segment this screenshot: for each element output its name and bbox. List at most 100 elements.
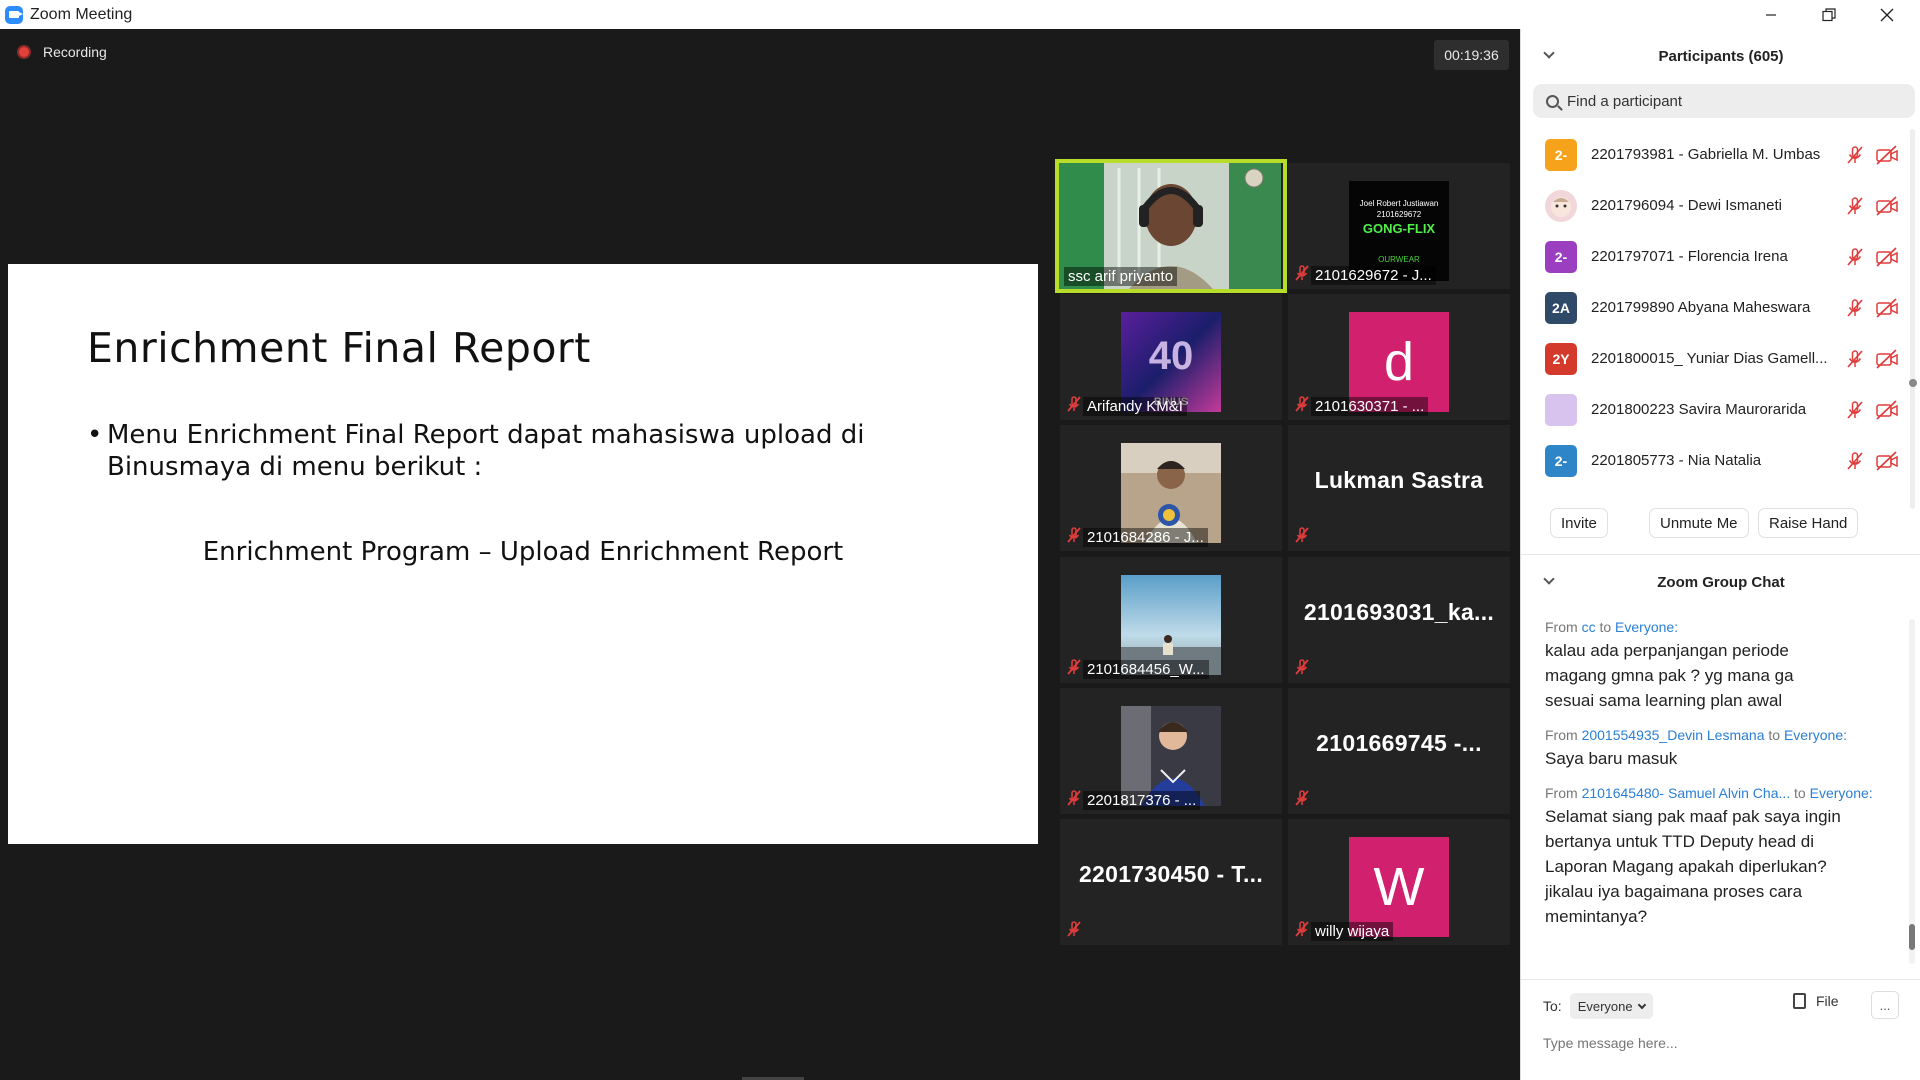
panel-divider	[1521, 554, 1920, 555]
participant-row[interactable]: 2201796094 - Dewi Ismaneti	[1521, 180, 1913, 231]
collapse-chevron-icon[interactable]	[1543, 573, 1555, 585]
chat-message: From cc to Everyone: kalau ada perpanjang…	[1545, 619, 1895, 713]
tile-name-label	[1065, 920, 1083, 942]
participant-avatar: 2Y	[1545, 342, 1577, 375]
chat-message-input[interactable]	[1543, 1035, 1893, 1051]
video-tile[interactable]: 2101693031_ka...	[1288, 557, 1510, 683]
video-tile[interactable]: d 2101630371 - ...	[1288, 294, 1510, 420]
participant-row[interactable]: 2201800223 Savira Maurorarida	[1521, 384, 1913, 435]
video-tile[interactable]: Lukman Sastra	[1288, 425, 1510, 551]
chat-recipient[interactable]: Everyone:	[1784, 727, 1847, 743]
tile-name-text: 2201817376 - ...	[1083, 790, 1201, 810]
video-off-icon	[1876, 348, 1898, 369]
participant-scrollbar[interactable]	[1909, 129, 1917, 509]
recipient-row: To: Everyone	[1543, 993, 1653, 1019]
video-tile[interactable]: Joel Robert Justiawan 2101629672 GONG-FLIX…	[1288, 163, 1510, 289]
video-tile[interactable]: ssc arif priyanto	[1055, 159, 1287, 293]
raise-hand-button[interactable]: Raise Hand	[1758, 508, 1859, 538]
muted-mic-icon	[1065, 395, 1083, 417]
close-button[interactable]	[1858, 0, 1916, 29]
video-tile[interactable]: 2101684456_W...	[1060, 557, 1282, 683]
chat-recipient[interactable]: Everyone:	[1615, 619, 1678, 635]
participant-avatar: 2-	[1545, 240, 1577, 273]
to-label: To:	[1543, 998, 1562, 1014]
scrollbar-thumb[interactable]	[1909, 924, 1915, 950]
muted-mic-icon	[1065, 920, 1083, 942]
slide-title: Enrichment Final Report	[87, 324, 591, 372]
scrollbar-thumb[interactable]	[1909, 379, 1917, 387]
meeting-timer: 00:19:36	[1434, 40, 1509, 70]
chat-header: Zoom Group Chat	[1521, 567, 1920, 597]
recipient-dropdown[interactable]: Everyone	[1569, 993, 1653, 1019]
participant-avatar: 2-	[1545, 138, 1577, 171]
participant-row[interactable]: 2A 2201799890 Abyana Maheswara	[1521, 282, 1913, 333]
video-tile[interactable]: 40 BINUS Arifandy KM&I	[1060, 294, 1282, 420]
tile-name-label	[1293, 658, 1311, 680]
participant-row[interactable]: 2- 2201805773 - Nia Natalia	[1521, 435, 1913, 486]
tile-name-label: 2101684456_W...	[1065, 658, 1209, 680]
tile-name-label: ssc arif priyanto	[1064, 267, 1178, 286]
participant-status-icons	[1844, 246, 1899, 268]
chat-sender[interactable]: 2001554935_Devin Lesmana	[1582, 727, 1765, 743]
muted-mic-icon	[1065, 658, 1083, 680]
more-options-button[interactable]: ...	[1871, 991, 1899, 1019]
chat-scrollbar[interactable]	[1909, 619, 1915, 964]
muted-mic-icon	[1293, 526, 1311, 548]
restore-button[interactable]	[1800, 0, 1858, 29]
chat-message-meta: From cc to Everyone:	[1545, 619, 1679, 635]
chat-recipient[interactable]: Everyone:	[1810, 785, 1873, 801]
tile-name-text: Arifandy KM&I	[1083, 396, 1187, 416]
participant-avatar	[1545, 189, 1577, 222]
side-panel: Participants (605) Find a participant 2-…	[1520, 29, 1920, 1080]
participant-display-name: 2101669745 -...	[1316, 730, 1482, 756]
recording-label: Recording	[43, 44, 107, 60]
video-off-icon	[1876, 144, 1898, 165]
participant-status-icons	[1844, 399, 1899, 421]
muted-mic-icon	[1847, 196, 1863, 215]
poster-tag: OURWEAR	[1378, 254, 1420, 264]
bullet-dot: •	[87, 420, 103, 450]
muted-mic-icon	[1847, 145, 1863, 164]
recipient-value: Everyone	[1577, 998, 1633, 1014]
minimize-button[interactable]	[1742, 0, 1800, 29]
participant-search[interactable]: Find a participant	[1533, 84, 1915, 118]
file-label: File	[1816, 993, 1839, 1009]
chat-sender[interactable]: cc	[1582, 619, 1596, 635]
meeting-area: Recording 00:19:36 Enrichment Final Repo…	[0, 29, 1520, 1080]
muted-mic-icon	[1293, 658, 1311, 680]
participant-row[interactable]: 2- 2201793981 - Gabriella M. Umbas	[1521, 129, 1913, 180]
video-off-icon	[1876, 399, 1898, 420]
tile-name-text: 2101684286 - J...	[1083, 527, 1208, 547]
participant-avatar: 2-	[1545, 444, 1577, 477]
chat-sender[interactable]: 2101645480- Samuel Alvin Cha...	[1582, 785, 1791, 801]
video-tile[interactable]: 2201730450 - T...	[1060, 819, 1282, 945]
tile-name-label: Arifandy KM&I	[1065, 395, 1187, 417]
participant-row[interactable]: 2Y 2201800015_ Yuniar Dias Gamell...	[1521, 333, 1913, 384]
muted-mic-icon	[1065, 526, 1083, 548]
shared-screen-slide: Enrichment Final Report • Menu Enrichmen…	[8, 264, 1038, 844]
tile-name-label: 2201817376 - ...	[1065, 789, 1201, 811]
poster-name: Joel Robert Justiawan	[1359, 198, 1439, 208]
participant-status-icons	[1844, 297, 1899, 319]
participant-name: 2201800223 Savira Maurorarida	[1591, 401, 1807, 418]
participant-name: 2201799890 Abyana Maheswara	[1591, 299, 1811, 316]
video-tile[interactable]: 2101669745 -...	[1288, 688, 1510, 814]
close-icon	[1880, 8, 1894, 21]
restore-icon	[1822, 7, 1836, 21]
file-button[interactable]: File	[1793, 993, 1839, 1009]
muted-mic-icon	[1847, 400, 1863, 419]
video-tile[interactable]: Wwilly wijaya	[1288, 819, 1510, 945]
chat-messages: From cc to Everyone: kalau ada perpanjang…	[1545, 619, 1895, 943]
title-bar: Zoom Meeting	[0, 0, 1920, 29]
slide-subtitle: Enrichment Program – Upload Enrichment R…	[202, 537, 844, 567]
recording-indicator[interactable]: Recording	[17, 44, 107, 60]
tile-name-label: 2101630371 - ...	[1293, 395, 1429, 417]
collapse-chevron-icon[interactable]	[1543, 47, 1555, 59]
participant-status-icons	[1844, 144, 1899, 166]
participant-row[interactable]: 2- 2201797071 - Florencia Irena	[1521, 231, 1913, 282]
unmute-me-button[interactable]: Unmute Me	[1649, 508, 1749, 538]
video-off-icon	[1876, 297, 1898, 318]
invite-button[interactable]: Invite	[1550, 508, 1608, 538]
video-tile[interactable]: 2101684286 - J...	[1060, 425, 1282, 551]
video-tile[interactable]: 2201817376 - ...	[1060, 688, 1282, 814]
